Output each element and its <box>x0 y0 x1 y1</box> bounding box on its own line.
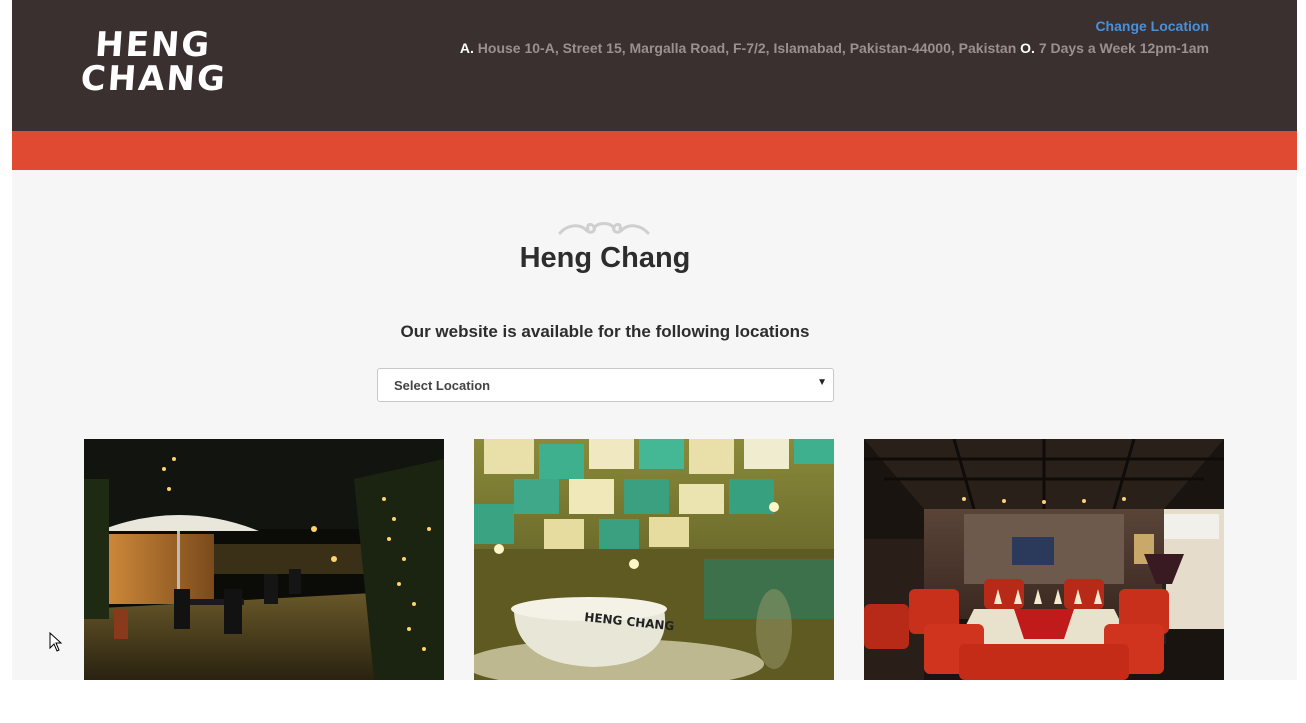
location-select[interactable]: Select Location ▼ <box>377 368 834 402</box>
address-label: A. <box>459 40 474 56</box>
accent-bar <box>12 131 1297 170</box>
change-location-link[interactable]: Change Location <box>1095 18 1209 34</box>
locations-subtitle: Our website is available for the followi… <box>400 322 810 341</box>
page-frame: HENG CHANG Change Location A. House 10-A… <box>12 0 1297 680</box>
hours-text: 7 Days a Week 12pm-1am <box>1038 40 1209 56</box>
page-title: Heng Chang <box>519 242 691 274</box>
gallery-photo-terrace <box>84 439 444 680</box>
site-logo[interactable]: HENG CHANG <box>79 25 229 99</box>
dropdown-arrow-icon: ▼ <box>817 377 827 388</box>
address-text: House 10-A, Street 15, Margalla Road, F-… <box>477 40 1017 56</box>
logo-line-2: CHANG <box>79 59 229 99</box>
mouse-cursor-icon <box>49 632 63 652</box>
site-header: HENG CHANG Change Location A. House 10-A… <box>12 0 1297 131</box>
ornament-divider-icon <box>558 222 650 235</box>
terrace-photo-image <box>84 439 444 680</box>
gallery-photo-interior: HENG CHANG <box>474 439 834 680</box>
dining-room-photo-image <box>864 439 1224 680</box>
location-select-value: Select Location <box>394 378 491 393</box>
contact-info: A. House 10-A, Street 15, Margalla Road,… <box>460 40 1209 56</box>
hours-label: O. <box>1020 40 1035 56</box>
logo-line-1: HENG <box>93 25 213 65</box>
interior-photo-image: HENG CHANG <box>474 439 834 680</box>
gallery-photo-dining-room <box>864 439 1224 680</box>
